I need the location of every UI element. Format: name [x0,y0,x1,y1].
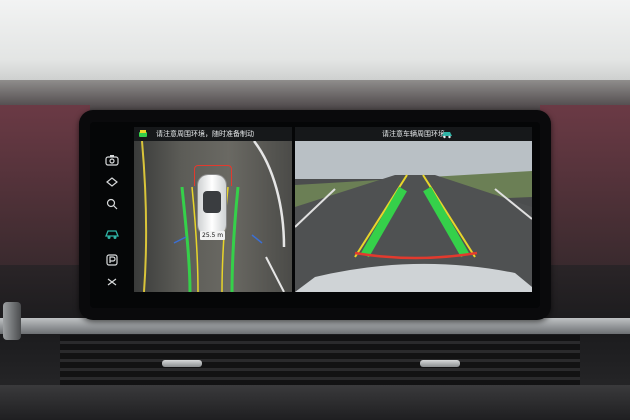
vehicle-roof [203,191,221,213]
surround-view-header: 请注意周围环境，随时准备制动 [134,127,292,141]
view-toggle-icon[interactable] [98,172,126,192]
zoom-icon[interactable] [98,194,126,214]
surround-view-warning-text: 请注意周围环境，随时准备制动 [156,130,254,138]
rear-camera-warning-text: 请注意车辆周围环境 [382,130,445,138]
warning-car-icon [139,130,147,137]
dashboard-top [0,80,630,110]
dashboard-left-panel [0,105,90,265]
return-icon[interactable] [98,272,126,292]
vent-slider-right[interactable] [420,360,460,367]
parking-icon[interactable] [98,250,126,270]
camera-side-menu [98,150,126,290]
windshield-background [0,0,630,85]
vehicle-top-view [198,175,226,235]
air-vent [60,335,580,385]
side-stalk [3,302,21,340]
distance-badge: 25.5 m [200,231,226,240]
rear-camera-scene [295,141,532,292]
camera-settings-icon[interactable] [98,150,126,170]
center-console [0,385,630,420]
dashboard-chrome-trim [0,318,630,334]
rear-camera-panel[interactable]: 请注意车辆周围环境 [295,127,532,292]
surround-view-panel[interactable]: 请注意周围环境，随时准备制动 25.5 m [134,127,292,292]
rear-camera-header: 请注意车辆周围环境 [295,127,532,141]
vent-slider-left[interactable] [162,360,202,367]
dashboard-right-panel [540,105,630,265]
car-view-icon[interactable] [98,224,126,244]
car-view-mode-icon [442,132,452,139]
